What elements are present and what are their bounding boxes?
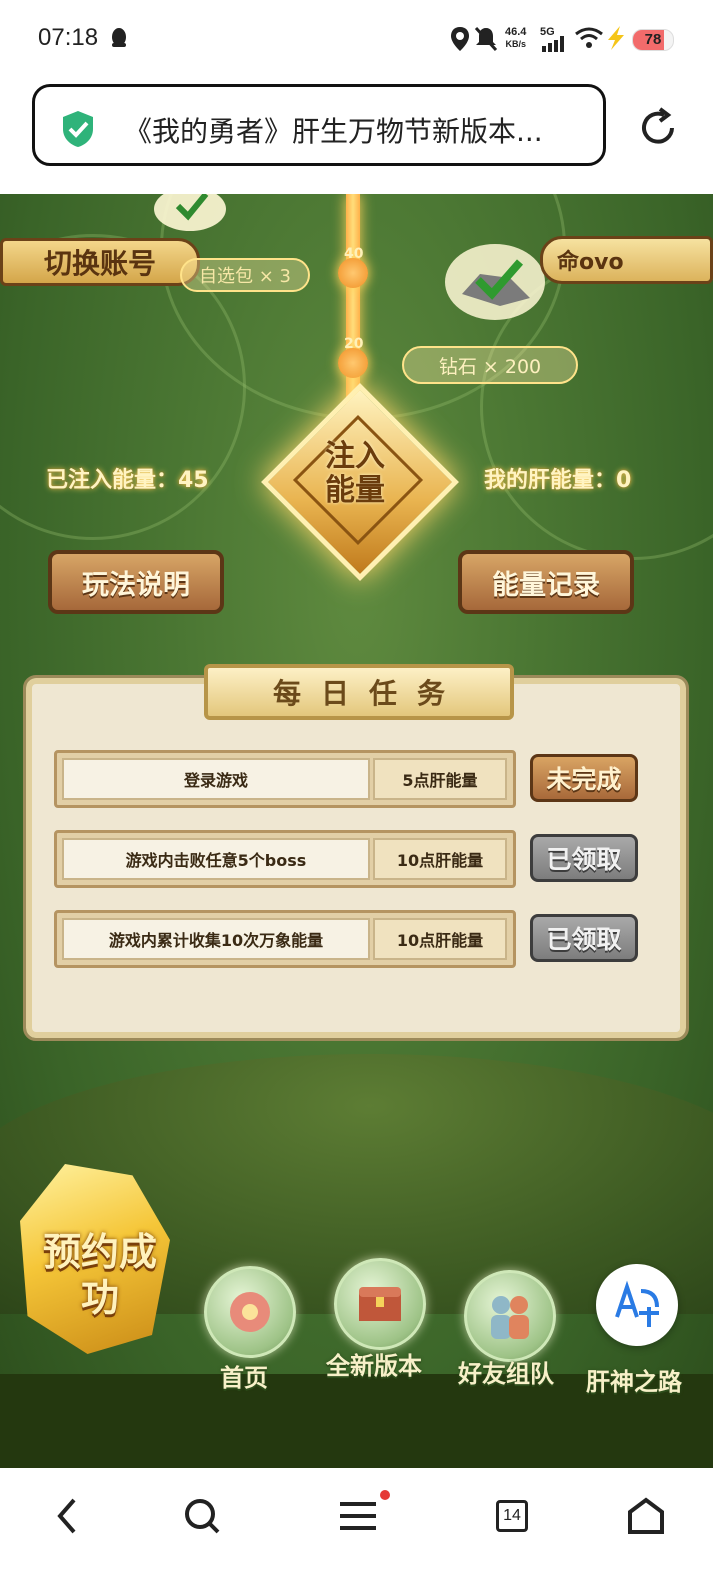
- progress-node-label: 20: [344, 336, 364, 352]
- nav-road-label[interactable]: 肝神之路: [586, 1362, 682, 1397]
- task-reward: 10点肝能量: [373, 838, 507, 880]
- translate-button[interactable]: [596, 1264, 678, 1346]
- energy-records-button[interactable]: 能量记录: [458, 550, 634, 614]
- reward-diamonds[interactable]: 钻石 × 200: [402, 346, 578, 384]
- battery-level: 78: [644, 31, 662, 48]
- task-name: 游戏内累计收集10次万象能量: [62, 918, 370, 960]
- status-bar: 07:18 46.4 KB/s 5G 78: [0, 0, 720, 80]
- clock: 07:18: [38, 24, 99, 51]
- treasure-chest-icon: [359, 1287, 401, 1321]
- task-status-button-incomplete[interactable]: 未完成: [530, 754, 638, 802]
- search-icon[interactable]: [182, 1496, 222, 1536]
- task-reward: 5点肝能量: [373, 758, 507, 800]
- page-title[interactable]: 《我的勇者》肝生万物节新版本...: [124, 110, 564, 150]
- reward-claimed-check-icon: [445, 244, 545, 320]
- energy-progress-track: [346, 194, 360, 414]
- task-row: 登录游戏 5点肝能量: [54, 750, 516, 808]
- network-speed-unit: KB/s: [505, 39, 526, 49]
- refresh-icon[interactable]: [636, 106, 680, 150]
- task-status-button-claimed[interactable]: 已领取: [530, 914, 638, 962]
- nav-new-version-button[interactable]: [334, 1258, 426, 1350]
- flower-icon: [230, 1292, 270, 1332]
- translate-icon: [615, 1280, 659, 1327]
- network-speed-value: 46.4: [505, 26, 527, 38]
- username-plate: 命ovo: [540, 236, 713, 284]
- qq-notification-icon: [112, 28, 126, 47]
- task-row: 游戏内累计收集10次万象能量 10点肝能量: [54, 910, 516, 968]
- game-webview: 40 20 切换账号 命ovo 自选包 × 3 钻石 × 200 注入能量 已注…: [0, 194, 713, 1468]
- security-shield-icon: [63, 111, 93, 147]
- progress-node-40: [338, 258, 368, 288]
- nav-home-button[interactable]: [204, 1266, 296, 1358]
- my-energy-counter: 我的肝能量：0: [484, 468, 632, 493]
- inject-energy-label[interactable]: 注入能量: [315, 440, 395, 508]
- battery-indicator: 78: [632, 29, 674, 51]
- home-icon[interactable]: [626, 1496, 666, 1536]
- task-name: 游戏内击败任意5个boss: [62, 838, 370, 880]
- tabs-button[interactable]: 14: [496, 1500, 528, 1532]
- mute-icon: [474, 26, 498, 52]
- progress-node-20: [338, 348, 368, 378]
- notification-dot: [380, 1490, 390, 1500]
- progress-node-label: 40: [344, 246, 364, 262]
- signal-icon: [542, 36, 564, 52]
- reward-claimed-check-icon: [154, 194, 226, 231]
- menu-icon[interactable]: [338, 1496, 378, 1536]
- nav-home-label[interactable]: 首页: [220, 1358, 268, 1393]
- rules-button[interactable]: 玩法说明: [48, 550, 224, 614]
- reward-option-pack[interactable]: 自选包 × 3: [180, 258, 310, 292]
- network-speed: 46.4 KB/s: [505, 26, 526, 50]
- nav-new-version-label[interactable]: 全新版本: [326, 1346, 422, 1381]
- wifi-icon: [575, 27, 603, 48]
- energy-injected-counter: 已注入能量：45: [46, 468, 209, 493]
- reservation-success-badge[interactable]: 预约成功: [30, 1229, 170, 1321]
- charging-icon: [608, 26, 624, 50]
- friends-icon: [491, 1296, 529, 1339]
- task-reward: 10点肝能量: [373, 918, 507, 960]
- location-icon: [451, 27, 469, 51]
- daily-task-title: 每日任务: [204, 664, 514, 720]
- nav-team-up-label[interactable]: 好友组队: [458, 1354, 554, 1389]
- task-row: 游戏内击败任意5个boss 10点肝能量: [54, 830, 516, 888]
- task-status-button-claimed[interactable]: 已领取: [530, 834, 638, 882]
- task-name: 登录游戏: [62, 758, 370, 800]
- back-icon[interactable]: [54, 1496, 80, 1536]
- switch-account-button[interactable]: 切换账号: [0, 238, 200, 286]
- nav-team-up-button[interactable]: [464, 1270, 556, 1362]
